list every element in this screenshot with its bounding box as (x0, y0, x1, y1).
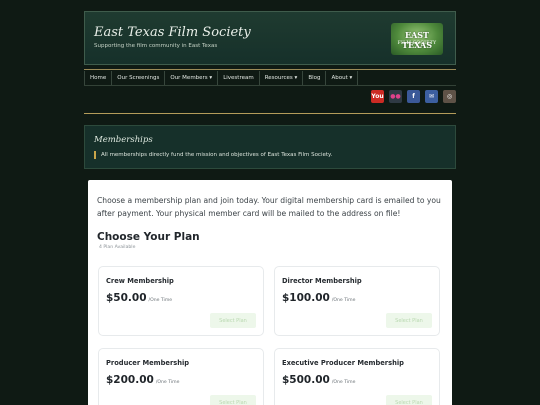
banner-text: All memberships directly fund the missio… (94, 151, 332, 159)
site-header: East Texas Film Society Supporting the f… (84, 11, 456, 65)
nav-item-our-members[interactable]: Our Members ▾ (165, 71, 219, 85)
plan-price-value: $50.00 (106, 292, 147, 304)
nav-item-our-screenings[interactable]: Our Screenings (112, 71, 166, 85)
nav-item-livestream[interactable]: Livestream (218, 71, 260, 85)
plans-heading: Choose Your Plan (97, 231, 200, 243)
email-icon[interactable]: ✉ (425, 90, 438, 103)
plan-card-executive-producer: Executive Producer Membership $500.00/On… (274, 348, 440, 405)
social-links: You ●● f ✉ ◎ (371, 90, 456, 103)
plan-price-unit: /One Time (331, 298, 356, 303)
plan-card-producer: Producer Membership $200.00/One Time Sel… (98, 348, 264, 405)
membership-card: Choose a membership plan and join today.… (88, 180, 452, 405)
select-plan-button[interactable]: Select Plan (386, 313, 432, 328)
intro-text: Choose a membership plan and join today.… (97, 196, 441, 218)
flickr-icon[interactable]: ●● (389, 90, 402, 103)
instagram-icon[interactable]: ◎ (443, 90, 456, 103)
nav-item-resources[interactable]: Resources ▾ (260, 71, 304, 85)
plan-price: $100.00/One Time (282, 292, 355, 304)
plan-price-unit: /One Time (331, 380, 356, 385)
nav-item-home[interactable]: Home (84, 71, 113, 85)
nav-top-divider (84, 69, 456, 70)
memberships-banner: Memberships All memberships directly fun… (84, 125, 456, 169)
plan-price: $50.00/One Time (106, 292, 172, 304)
nav-item-blog[interactable]: Blog (303, 71, 327, 85)
youtube-icon[interactable]: You (371, 90, 384, 103)
plans-count: 4 Plan Available (99, 245, 136, 250)
nav-item-about[interactable]: About ▾ (326, 71, 359, 85)
plan-price: $200.00/One Time (106, 374, 179, 386)
plan-price-value: $200.00 (106, 374, 154, 386)
select-plan-button[interactable]: Select Plan (386, 395, 432, 405)
plan-name: Producer Membership (106, 359, 190, 367)
plan-price-unit: /One Time (148, 298, 173, 303)
plan-name: Executive Producer Membership (282, 359, 404, 367)
plan-name: Crew Membership (106, 277, 174, 285)
main-nav: Home Our Screenings Our Members ▾ Livest… (84, 71, 456, 85)
plan-card-director: Director Membership $100.00/One Time Sel… (274, 266, 440, 336)
plan-price-unit: /One Time (155, 380, 180, 385)
select-plan-button[interactable]: Select Plan (210, 395, 256, 405)
section-divider (84, 113, 456, 114)
plan-card-crew: Crew Membership $50.00/One Time Select P… (98, 266, 264, 336)
facebook-icon[interactable]: f (407, 90, 420, 103)
site-tagline: Supporting the film community in East Te… (94, 43, 218, 49)
logo-text-line1: EAST TEXAS (402, 30, 432, 50)
nav-bottom-divider (84, 85, 456, 86)
plan-name: Director Membership (282, 277, 362, 285)
plan-price-value: $100.00 (282, 292, 330, 304)
site-logo[interactable]: EAST TEXAS FILM SOCIETY (391, 23, 443, 55)
banner-title: Memberships (94, 135, 153, 145)
select-plan-button[interactable]: Select Plan (210, 313, 256, 328)
plan-price: $500.00/One Time (282, 374, 355, 386)
site-title[interactable]: East Texas Film Society (94, 25, 251, 40)
logo-text-line2: FILM SOCIETY (397, 41, 437, 46)
plan-price-value: $500.00 (282, 374, 330, 386)
